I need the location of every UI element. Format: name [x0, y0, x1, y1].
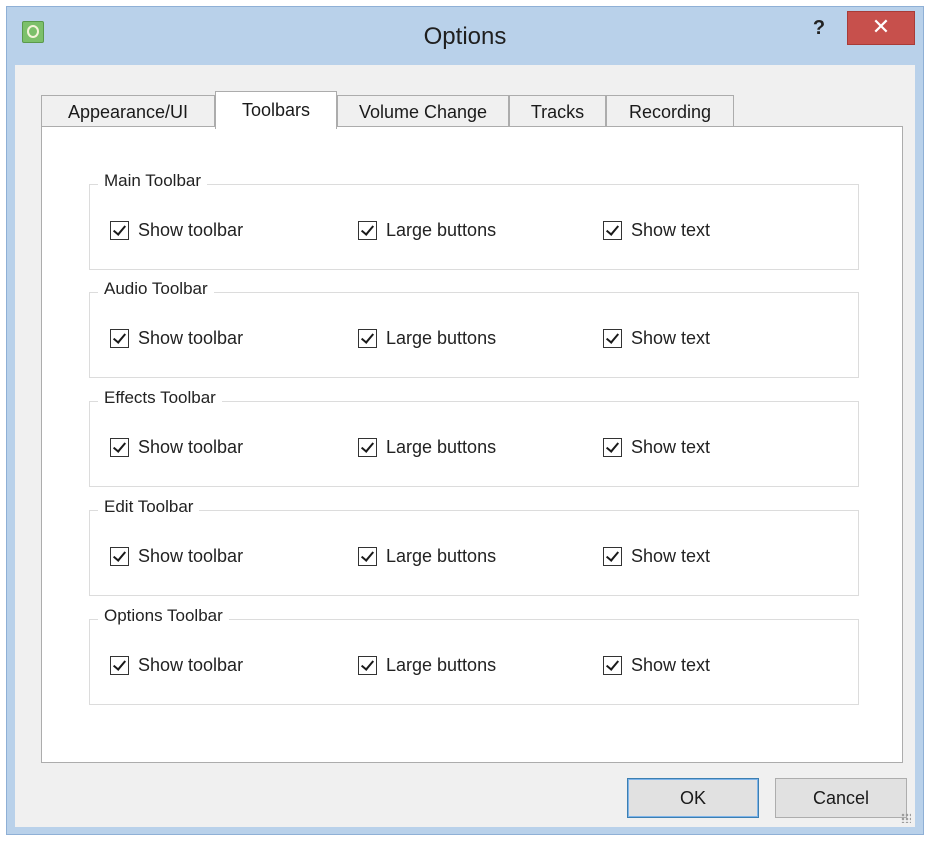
checkbox-checked-icon[interactable] [603, 655, 622, 675]
checkbox-label: Show text [631, 327, 711, 348]
options-dialog: Options ? ✕ Appearance/UI Toolbars Volum… [6, 6, 924, 835]
checkbox-checked-icon[interactable] [603, 328, 622, 348]
checkbox-label: Large buttons [386, 219, 497, 240]
checkbox-checked-icon[interactable] [603, 220, 622, 240]
close-icon: ✕ [871, 14, 891, 39]
checkbox-label: Show text [631, 436, 711, 457]
checkbox-label: Show toolbar [138, 219, 244, 240]
show-text-checkbox[interactable]: Show text [603, 327, 710, 349]
show-text-checkbox[interactable]: Show text [603, 219, 710, 241]
checkbox-label: Show toolbar [138, 545, 244, 566]
toolbars-tab-panel: Main Toolbar Show toolbar Large buttons … [41, 126, 903, 763]
group-title: Options Toolbar [98, 606, 229, 626]
checkbox-checked-icon[interactable] [358, 437, 377, 457]
show-text-checkbox[interactable]: Show text [603, 436, 710, 458]
checkbox-checked-icon[interactable] [603, 437, 622, 457]
show-text-checkbox[interactable]: Show text [603, 545, 710, 567]
large-buttons-checkbox[interactable]: Large buttons [358, 327, 496, 349]
large-buttons-checkbox[interactable]: Large buttons [358, 219, 496, 241]
checkbox-label: Large buttons [386, 436, 497, 457]
checkbox-checked-icon[interactable] [110, 220, 129, 240]
large-buttons-checkbox[interactable]: Large buttons [358, 654, 496, 676]
large-buttons-checkbox[interactable]: Large buttons [358, 436, 496, 458]
group-audio-toolbar: Audio Toolbar Show toolbar Large buttons… [89, 279, 859, 378]
title-bar[interactable]: Options ? ✕ [7, 7, 923, 71]
show-toolbar-checkbox[interactable]: Show toolbar [110, 436, 243, 458]
group-title: Effects Toolbar [98, 388, 222, 408]
group-title: Main Toolbar [98, 171, 208, 191]
show-toolbar-checkbox[interactable]: Show toolbar [110, 219, 243, 241]
checkbox-checked-icon[interactable] [110, 437, 129, 457]
checkbox-checked-icon[interactable] [110, 546, 129, 566]
checkbox-checked-icon[interactable] [110, 655, 129, 675]
checkbox-label: Show toolbar [138, 327, 244, 348]
checkbox-checked-icon[interactable] [358, 328, 377, 348]
tab-appearance-ui[interactable]: Appearance/UI [41, 95, 215, 127]
tab-recording[interactable]: Recording [606, 95, 734, 127]
checkbox-checked-icon[interactable] [110, 328, 129, 348]
checkbox-label: Large buttons [386, 654, 497, 675]
tab-toolbars[interactable]: Toolbars [215, 91, 337, 129]
resize-grip-icon[interactable] [901, 813, 911, 823]
checkbox-label: Show text [631, 545, 711, 566]
tab-volume-change[interactable]: Volume Change [337, 95, 509, 127]
checkbox-checked-icon[interactable] [358, 220, 377, 240]
group-title: Audio Toolbar [98, 279, 214, 299]
group-options-toolbar: Options Toolbar Show toolbar Large butto… [89, 606, 859, 705]
checkbox-label: Show toolbar [138, 654, 244, 675]
checkbox-checked-icon[interactable] [358, 655, 377, 675]
group-effects-toolbar: Effects Toolbar Show toolbar Large butto… [89, 388, 859, 487]
cancel-button[interactable]: Cancel [775, 778, 907, 818]
checkbox-label: Show text [631, 219, 711, 240]
show-toolbar-checkbox[interactable]: Show toolbar [110, 654, 243, 676]
checkbox-label: Show toolbar [138, 436, 244, 457]
show-toolbar-checkbox[interactable]: Show toolbar [110, 545, 243, 567]
show-toolbar-checkbox[interactable]: Show toolbar [110, 327, 243, 349]
ok-button[interactable]: OK [627, 778, 759, 818]
group-main-toolbar: Main Toolbar Show toolbar Large buttons … [89, 171, 859, 270]
close-button[interactable]: ✕ [847, 11, 915, 45]
checkbox-label: Show text [631, 654, 711, 675]
window-title: Options [423, 23, 507, 50]
help-button[interactable]: ? [807, 17, 831, 43]
tab-tracks[interactable]: Tracks [509, 95, 606, 127]
large-buttons-checkbox[interactable]: Large buttons [358, 545, 496, 567]
checkbox-checked-icon[interactable] [358, 546, 377, 566]
group-edit-toolbar: Edit Toolbar Show toolbar Large buttons … [89, 497, 859, 596]
checkbox-label: Large buttons [386, 327, 497, 348]
checkbox-checked-icon[interactable] [603, 546, 622, 566]
dialog-client-area: Appearance/UI Toolbars Volume Change Tra… [15, 65, 915, 827]
checkbox-label: Large buttons [386, 545, 497, 566]
show-text-checkbox[interactable]: Show text [603, 654, 710, 676]
group-title: Edit Toolbar [98, 497, 200, 517]
